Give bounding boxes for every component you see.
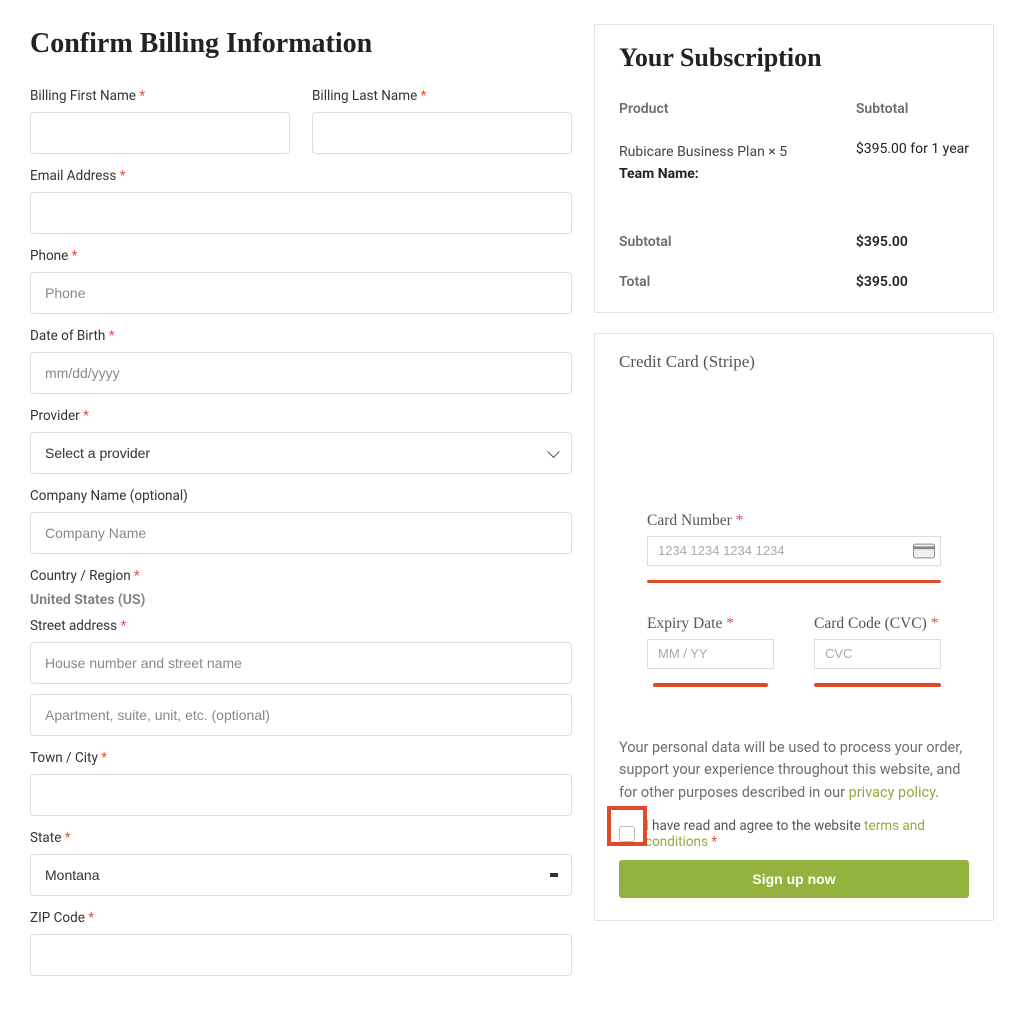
last-name-label: Billing Last Name * <box>312 88 572 104</box>
company-input[interactable] <box>30 512 572 554</box>
agree-row: I have read and agree to the website ter… <box>619 818 969 850</box>
state-label: State * <box>30 830 572 846</box>
expiry-label: Expiry Date * <box>647 615 774 633</box>
zip-input[interactable] <box>30 934 572 976</box>
order-item: Rubicare Business Plan × 5 Team Name: <box>619 141 856 186</box>
cvc-error-underline <box>814 683 941 687</box>
order-subtotal-label: Subtotal <box>619 234 856 250</box>
signup-button[interactable]: Sign up now <box>619 860 969 898</box>
payment-method-title: Credit Card (Stripe) <box>619 352 969 372</box>
billing-title: Confirm Billing Information <box>30 28 572 60</box>
expiry-error-underline <box>653 683 768 687</box>
dob-label: Date of Birth * <box>30 328 572 344</box>
card-number-label: Card Number * <box>647 512 941 530</box>
email-input[interactable] <box>30 192 572 234</box>
order-subtotal-value: $395.00 <box>856 234 969 250</box>
subscription-panel: Your Subscription Product Subtotal Rubic… <box>594 24 994 313</box>
order-total-value: $395.00 <box>856 274 969 290</box>
city-input[interactable] <box>30 774 572 816</box>
street-input-1[interactable] <box>30 642 572 684</box>
privacy-policy-link[interactable]: privacy policy <box>849 784 936 801</box>
card-number-error-underline <box>647 580 941 583</box>
phone-label: Phone * <box>30 248 572 264</box>
payment-panel: Credit Card (Stripe) Card Number * Expir… <box>594 333 994 921</box>
country-label: Country / Region * <box>30 568 572 584</box>
country-value: United States (US) <box>30 592 572 608</box>
cvc-label: Card Code (CVC) * <box>814 615 941 633</box>
provider-label: Provider * <box>30 408 572 424</box>
billing-form: Confirm Billing Information Billing Firs… <box>30 24 572 990</box>
state-select[interactable]: Montana <box>30 854 572 896</box>
last-name-input[interactable] <box>312 112 572 154</box>
phone-input[interactable] <box>30 272 572 314</box>
first-name-input[interactable] <box>30 112 290 154</box>
zip-label: ZIP Code * <box>30 910 572 926</box>
first-name-label: Billing First Name * <box>30 88 290 104</box>
city-label: Town / City * <box>30 750 572 766</box>
order-item-price: $395.00 for 1 year <box>856 141 969 186</box>
company-label: Company Name (optional) <box>30 488 572 504</box>
cvc-input[interactable] <box>814 639 941 669</box>
street-label: Street address * <box>30 618 572 634</box>
order-total-label: Total <box>619 274 856 290</box>
subscription-title: Your Subscription <box>619 43 969 73</box>
credit-card-icon <box>913 543 935 558</box>
dob-input[interactable] <box>30 352 572 394</box>
order-header-subtotal: Subtotal <box>856 101 969 117</box>
order-header-product: Product <box>619 101 856 117</box>
provider-select[interactable]: Select a provider <box>30 432 572 474</box>
agree-text: I have read and agree to the website <box>645 818 864 834</box>
privacy-text: Your personal data will be used to proce… <box>619 737 969 804</box>
agree-checkbox[interactable] <box>619 826 635 842</box>
expiry-input[interactable] <box>647 639 774 669</box>
email-label: Email Address * <box>30 168 572 184</box>
card-number-input[interactable] <box>647 536 941 566</box>
street-input-2[interactable] <box>30 694 572 736</box>
